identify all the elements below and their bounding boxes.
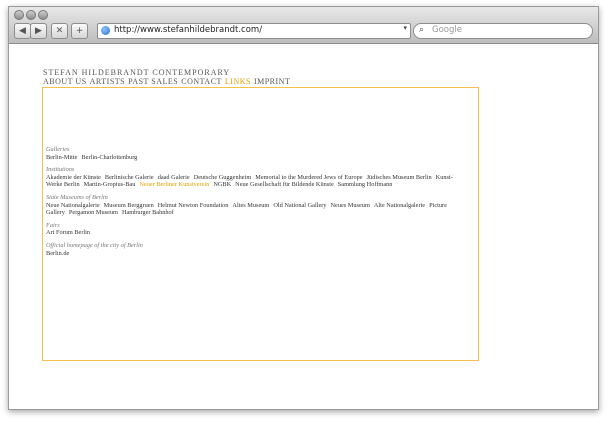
section-heading: Galleries bbox=[46, 146, 70, 153]
external-link[interactable]: Pergamon Museum bbox=[69, 209, 118, 216]
nav-item-artists[interactable]: ARTISTS bbox=[90, 77, 125, 86]
search-field[interactable]: ⌕ Google bbox=[413, 23, 593, 39]
links-section: State Museums of Berlin Neue Nationalgale… bbox=[46, 194, 466, 217]
browser-window: ◀ ▶ ✕ + http://www.stefanhildebrandt.com… bbox=[8, 6, 599, 410]
section-heading: Institutions bbox=[46, 166, 75, 174]
back-button[interactable]: ◀ bbox=[14, 23, 31, 39]
stop-button[interactable]: ✕ bbox=[51, 23, 68, 39]
site-brand[interactable]: STEFAN HILDEBRANDT CONTEMPORARY bbox=[43, 68, 230, 77]
minimize-window-icon[interactable] bbox=[26, 10, 36, 20]
external-link[interactable]: Akademie der Künste bbox=[46, 174, 101, 181]
external-link[interactable]: Neuer Berliner Kunstverein bbox=[139, 181, 209, 188]
external-link[interactable]: Berlin.de bbox=[46, 250, 69, 257]
external-link[interactable]: Martin-Gropius-Bau bbox=[84, 181, 136, 188]
external-link[interactable]: Neues Museum bbox=[331, 202, 370, 209]
chevron-down-icon[interactable]: ▾ bbox=[403, 24, 407, 32]
external-link[interactable]: Neue Nationalgalerie bbox=[46, 202, 100, 209]
external-link[interactable]: Sammlung Hoffmann bbox=[338, 181, 393, 188]
zoom-window-icon[interactable] bbox=[38, 10, 48, 20]
external-link[interactable]: Altes Museum bbox=[232, 202, 269, 209]
section-heading: State Museums of Berlin bbox=[46, 193, 108, 201]
close-window-icon[interactable] bbox=[14, 10, 24, 20]
section-heading: Official homepage of the city of Berlin bbox=[46, 241, 143, 249]
address-bar[interactable]: http://www.stefanhildebrandt.com/ ▾ bbox=[97, 23, 411, 39]
nav-item-contact[interactable]: CONTACT bbox=[181, 77, 222, 86]
section-links: Berlin.de bbox=[46, 250, 466, 258]
globe-icon bbox=[101, 26, 110, 35]
nav-item-links[interactable]: LINKS bbox=[225, 77, 251, 86]
external-link[interactable]: Memorial to the Murdered Jews of Europe bbox=[255, 174, 362, 181]
section-links: Akademie der Künste Berlinische Galerie da… bbox=[46, 174, 466, 189]
site-nav: ABOUT US ARTISTS PAST SALES CONTACT LINKS IMP… bbox=[43, 77, 293, 86]
nav-item-about-us[interactable]: ABOUT US bbox=[43, 77, 87, 86]
links-section: Galleries Berlin-Mitte Berlin-Charlottenbu… bbox=[46, 146, 466, 161]
external-link[interactable]: NGBK bbox=[213, 181, 231, 188]
external-link[interactable]: Old National Gallery bbox=[273, 202, 326, 209]
links-section: Official homepage of the city of Berlin B… bbox=[46, 242, 466, 257]
external-link[interactable]: Berlin-Charlottenburg bbox=[81, 154, 137, 161]
page-viewport: STEFAN HILDEBRANDT CONTEMPORARY ABOUT US… bbox=[9, 44, 598, 409]
external-link[interactable]: Museum Berggruen bbox=[104, 202, 154, 209]
links-content: Galleries Berlin-Mitte Berlin-Charlottenbu… bbox=[46, 146, 466, 262]
section-links: Neue Nationalgalerie Museum Berggruen Helm… bbox=[46, 202, 466, 217]
links-section: Fairs Art Forum Berlin bbox=[46, 222, 466, 237]
section-links: Art Forum Berlin bbox=[46, 229, 466, 237]
external-link[interactable]: Deutsche Guggenheim bbox=[194, 174, 252, 181]
external-link[interactable]: daad Galerie bbox=[158, 174, 190, 181]
nav-item-past-sales[interactable]: PAST SALES bbox=[128, 77, 178, 86]
content-frame: Galleries Berlin-Mitte Berlin-Charlottenbu… bbox=[42, 87, 479, 361]
external-link[interactable]: Art Forum Berlin bbox=[46, 229, 90, 236]
external-link[interactable]: Helmut Newton Foundation bbox=[158, 202, 229, 209]
search-placeholder: Google bbox=[432, 25, 462, 35]
browser-toolbar: ◀ ▶ ✕ + http://www.stefanhildebrandt.com… bbox=[9, 7, 598, 44]
forward-button[interactable]: ▶ bbox=[30, 23, 47, 39]
external-link[interactable]: Neue Gesellschaft für Bildende Künste bbox=[235, 181, 334, 188]
external-link[interactable]: Berlin-Mitte bbox=[46, 154, 77, 161]
url-text[interactable]: http://www.stefanhildebrandt.com/ bbox=[114, 25, 262, 35]
links-section: Institutions Akademie der Künste Berlinisc… bbox=[46, 166, 466, 189]
section-links: Berlin-Mitte Berlin-Charlottenburg bbox=[46, 154, 466, 162]
section-heading: Fairs bbox=[46, 221, 60, 229]
search-icon[interactable]: ⌕ bbox=[419, 25, 424, 35]
nav-item-imprint[interactable]: IMPRINT bbox=[254, 77, 290, 86]
external-link[interactable]: Alte Nationalgalerie bbox=[374, 202, 425, 209]
external-link[interactable]: Berlinische Galerie bbox=[105, 174, 154, 181]
add-bookmark-button[interactable]: + bbox=[71, 23, 88, 39]
external-link[interactable]: Hamburger Bahnhof bbox=[122, 209, 174, 216]
external-link[interactable]: Jüdisches Museum Berlin bbox=[367, 174, 432, 181]
